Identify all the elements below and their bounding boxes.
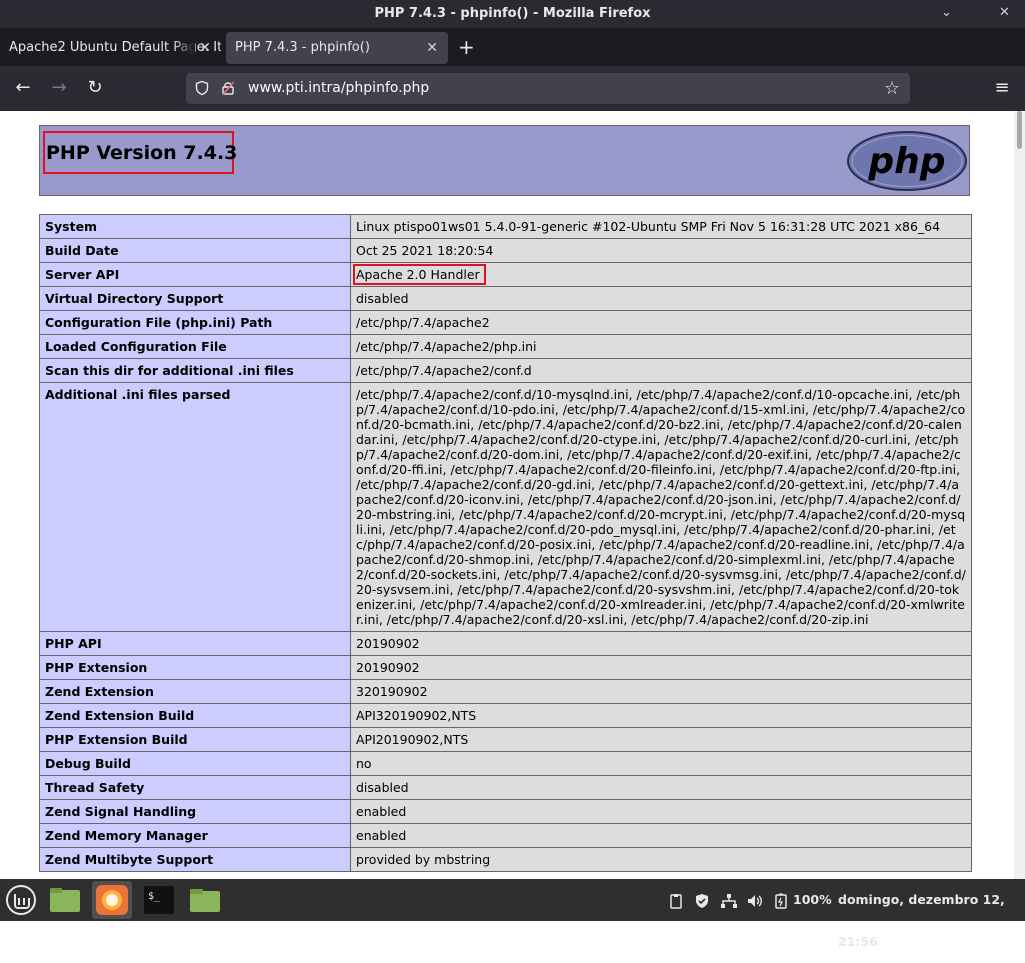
files-launcher-icon[interactable] [46, 881, 84, 919]
mint-menu-icon[interactable] [4, 881, 38, 919]
row-value: enabled [350, 799, 972, 824]
taskbar: $_ 100% domingo, dezembro 12, 21:56 [0, 879, 1025, 949]
tab-apache-default[interactable]: Apache2 Ubuntu Default Page: It works ✕ [0, 32, 221, 64]
navigation-toolbar: ← → ↻ www.pti.intra/phpinfo.php ☆ ≡ [0, 66, 1025, 111]
shield-icon[interactable] [194, 73, 210, 104]
row-value: disabled [350, 775, 972, 800]
table-row: Zend Multibyte Support provided by mbstri… [39, 847, 972, 872]
folder-launcher-icon[interactable] [186, 881, 224, 919]
url-bar[interactable]: www.pti.intra/phpinfo.php ☆ [186, 73, 910, 104]
tab-strip: Apache2 Ubuntu Default Page: It works ✕ … [0, 28, 1025, 66]
row-value: /etc/php/7.4/apache2 [350, 310, 972, 335]
clock[interactable]: domingo, dezembro 12, 21:56 [838, 879, 1025, 949]
table-row: Scan this dir for additional .ini files /… [39, 358, 972, 383]
row-value: no [350, 751, 972, 776]
row-value: /etc/php/7.4/apache2/conf.d/10-mysqlnd.i… [350, 382, 972, 632]
table-row: Thread Safety disabled [39, 775, 972, 800]
table-row: PHP API 20190902 [39, 631, 972, 656]
row-value: 20190902 [350, 655, 972, 680]
security-shield-icon[interactable] [694, 879, 710, 921]
close-tab-icon[interactable]: ✕ [199, 32, 211, 64]
terminal-prompt-text: $_ [148, 891, 161, 902]
row-key: Zend Multibyte Support [39, 847, 351, 872]
table-row: Build Date Oct 25 2021 18:20:54 [39, 238, 972, 263]
bookmark-star-icon[interactable]: ☆ [884, 73, 900, 104]
row-key: Zend Signal Handling [39, 799, 351, 824]
row-key: Additional .ini files parsed [39, 382, 351, 632]
table-row: Zend Memory Manager enabled [39, 823, 972, 848]
row-value: Apache 2.0 Handler [350, 262, 972, 287]
lock-icon[interactable] [220, 73, 236, 104]
minimize-button[interactable]: ⌄ [941, 0, 952, 28]
row-key: Loaded Configuration File [39, 334, 351, 359]
tab-label-fade [173, 32, 195, 64]
row-key: Configuration File (php.ini) Path [39, 310, 351, 335]
tab-label: PHP 7.4.3 - phpinfo() [235, 40, 370, 55]
server-api-highlight: Apache 2.0 Handler [353, 264, 486, 285]
table-row: Configuration File (php.ini) Path/etc/ph… [39, 310, 972, 335]
battery-icon[interactable] [774, 879, 788, 921]
window-titlebar: PHP 7.4.3 - phpinfo() - Mozilla Firefox … [0, 0, 1025, 28]
row-value: enabled [350, 823, 972, 848]
forward-button[interactable]: → [44, 74, 74, 102]
table-row: Loaded Configuration File/etc/php/7.4/ap… [39, 334, 972, 359]
close-tab-icon[interactable]: ✕ [426, 32, 438, 64]
table-row: Zend Extension 320190902 [39, 679, 972, 704]
row-value: provided by mbstring [350, 847, 972, 872]
row-key: Zend Extension [39, 679, 351, 704]
row-value: disabled [350, 286, 972, 311]
row-value: 20190902 [350, 631, 972, 656]
row-key: Scan this dir for additional .ini files [39, 358, 351, 383]
table-row: System Linux ptispo01ws01 5.4.0-91-generi… [39, 214, 972, 239]
tab-phpinfo[interactable]: PHP 7.4.3 - phpinfo() ✕ [226, 32, 448, 64]
row-value: Oct 25 2021 18:20:54 [350, 238, 972, 263]
php-logo-icon: php [847, 131, 967, 191]
new-tab-button[interactable]: + [458, 32, 475, 64]
table-row: Debug Build no [39, 751, 972, 776]
table-row: Zend Signal Handling enabled [39, 799, 972, 824]
row-key: Build Date [39, 238, 351, 263]
close-window-button[interactable]: ✕ [999, 0, 1010, 28]
php-logo-text: php [867, 141, 945, 182]
row-value: Linux ptispo01ws01 5.4.0-91-generic #102… [350, 214, 972, 239]
page-viewport: PHP Version 7.4.3 php System Linux ptispo… [0, 111, 1014, 879]
row-value: API320190902,NTS [350, 703, 972, 728]
reload-button[interactable]: ↻ [80, 74, 110, 102]
row-value: /etc/php/7.4/apache2/conf.d [350, 358, 972, 383]
row-key: Thread Safety [39, 775, 351, 800]
row-value: API20190902,NTS [350, 727, 972, 752]
row-key: PHP API [39, 631, 351, 656]
row-value: 320190902 [350, 679, 972, 704]
row-key: PHP Extension Build [39, 727, 351, 752]
row-key: Server API [39, 262, 351, 287]
terminal-launcher-icon[interactable]: $_ [140, 881, 178, 919]
row-key: Debug Build [39, 751, 351, 776]
app-menu-button[interactable]: ≡ [990, 74, 1014, 102]
row-key: Zend Memory Manager [39, 823, 351, 848]
row-key: System [39, 214, 351, 239]
table-row: Additional .ini files parsed/etc/php/7.4… [39, 382, 972, 632]
row-key: Virtual Directory Support [39, 286, 351, 311]
network-icon[interactable] [720, 879, 738, 921]
page-scrollbar[interactable] [1014, 111, 1025, 879]
table-row: Virtual Directory Support disabled [39, 286, 972, 311]
table-row: PHP Extension 20190902 [39, 655, 972, 680]
php-version-header: PHP Version 7.4.3 php [39, 125, 970, 196]
battery-percentage: 100% [793, 892, 832, 907]
row-key: PHP Extension [39, 655, 351, 680]
firefox-taskbar-icon[interactable] [92, 881, 132, 919]
back-button[interactable]: ← [8, 74, 38, 102]
table-row: PHP Extension Build API20190902,NTS [39, 727, 972, 752]
row-value: /etc/php/7.4/apache2/php.ini [350, 334, 972, 359]
phpinfo-table: System Linux ptispo01ws01 5.4.0-91-generi… [39, 214, 972, 872]
volume-icon[interactable] [746, 879, 764, 921]
clipboard-icon[interactable] [668, 879, 684, 921]
scrollbar-thumb[interactable] [1017, 111, 1022, 149]
page-title: PHP Version 7.4.3 [46, 142, 238, 164]
window-title: PHP 7.4.3 - phpinfo() - Mozilla Firefox [374, 6, 651, 21]
row-key: Zend Extension Build [39, 703, 351, 728]
table-row: Server API Apache 2.0 Handler [39, 262, 972, 287]
url-text[interactable]: www.pti.intra/phpinfo.php [248, 73, 429, 104]
table-row: Zend Extension Build API320190902,NTS [39, 703, 972, 728]
